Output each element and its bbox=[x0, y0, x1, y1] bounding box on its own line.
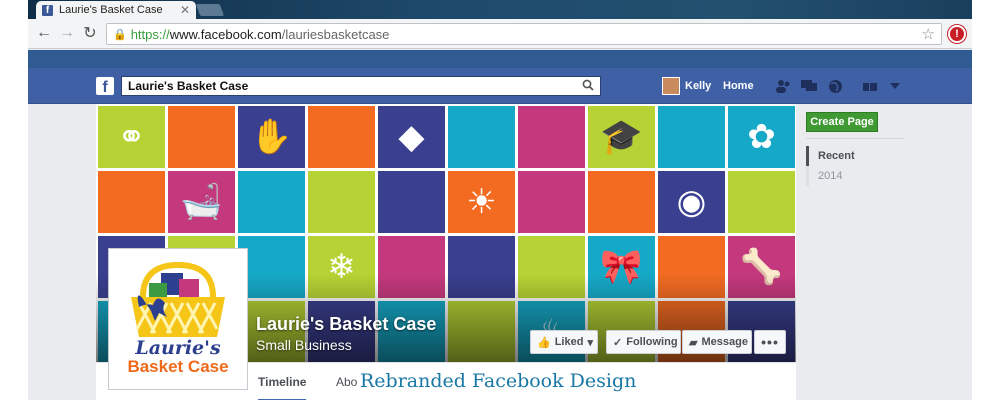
user-name-link[interactable]: Kelly bbox=[685, 80, 711, 92]
reload-icon[interactable]: ↻ bbox=[80, 23, 100, 43]
bookmark-star-icon[interactable]: ☆ bbox=[922, 25, 935, 43]
back-arrow-icon[interactable]: ← bbox=[34, 23, 54, 43]
messages-icon[interactable] bbox=[800, 78, 818, 94]
logo-text-line1: Laurie's bbox=[135, 337, 221, 359]
message-button[interactable]: ▰ Message bbox=[682, 330, 752, 354]
following-button[interactable]: ✓ Following bbox=[606, 330, 681, 354]
notifications-globe-icon[interactable] bbox=[826, 78, 844, 94]
bathtub-icon: 🛁 bbox=[180, 183, 223, 221]
search-input[interactable]: Laurie's Basket Case bbox=[121, 76, 601, 96]
browser-window: f Laurie's Basket Case ✕ ← → ↻ 🔒 https:/… bbox=[28, 0, 972, 400]
url-host: www.facebook.com bbox=[169, 26, 282, 42]
browser-tab[interactable]: f Laurie's Basket Case ✕ bbox=[36, 1, 196, 19]
tab-title: Laurie's Basket Case bbox=[59, 4, 163, 16]
cover-tile bbox=[238, 171, 305, 233]
create-page-button[interactable]: Create Page bbox=[806, 112, 878, 132]
search-value: Laurie's Basket Case bbox=[128, 79, 249, 93]
extension-icon[interactable]: ! bbox=[948, 25, 966, 43]
facebook-favicon-icon: f bbox=[42, 4, 53, 16]
image-caption: Rebranded Facebook Design bbox=[358, 370, 639, 392]
flower-icon: ✿ bbox=[747, 118, 776, 156]
cover-tile bbox=[518, 106, 585, 168]
chevron-down-icon: ▾ bbox=[587, 336, 593, 349]
facebook-logo-icon[interactable]: f bbox=[96, 77, 114, 96]
speech-bubble-icon: ▰ bbox=[689, 336, 698, 349]
address-bar[interactable]: 🔒 https:// www.facebook.com /lauriesbask… bbox=[106, 23, 942, 45]
sun-icon: ☀ bbox=[466, 183, 497, 221]
cover-tile bbox=[168, 106, 235, 168]
page-category[interactable]: Small Business bbox=[256, 337, 352, 353]
page-name[interactable]: Laurie's Basket Case bbox=[256, 314, 436, 335]
user-avatar[interactable] bbox=[662, 77, 680, 95]
new-tab-button[interactable] bbox=[195, 4, 225, 16]
tab-close-icon[interactable]: ✕ bbox=[180, 3, 190, 17]
message-label: Message bbox=[701, 336, 748, 348]
friend-requests-icon[interactable] bbox=[774, 78, 792, 94]
timeline-year-item[interactable]: Recent bbox=[806, 146, 904, 166]
candy-icon: ◆ bbox=[398, 118, 425, 156]
tab-about[interactable]: Abo bbox=[336, 375, 357, 389]
home-link[interactable]: Home bbox=[723, 80, 754, 92]
facebook-top-bar: f Laurie's Basket Case Kelly Home bbox=[28, 68, 972, 104]
browser-toolbar: ← → ↻ 🔒 https:// www.facebook.com /lauri… bbox=[28, 19, 972, 49]
cover-tile bbox=[308, 171, 375, 233]
forward-arrow-icon[interactable]: → bbox=[57, 23, 77, 43]
browser-tabstrip: f Laurie's Basket Case ✕ bbox=[28, 0, 972, 19]
cover-tile bbox=[588, 171, 655, 233]
page-main-column: ⚭✋◆🎓✿🛁☀◉❄🎀🦴♨ Laurie's Basket Case Small … bbox=[96, 104, 796, 400]
tab-timeline[interactable]: Timeline bbox=[258, 375, 307, 400]
checkmark-icon: ✓ bbox=[613, 336, 623, 349]
cover-tile bbox=[98, 171, 165, 233]
cover-tile bbox=[658, 106, 725, 168]
graduation-cap-icon: 🎓 bbox=[600, 118, 643, 156]
page-top-band bbox=[28, 50, 972, 68]
cover-tile bbox=[728, 171, 795, 233]
search-icon[interactable] bbox=[582, 79, 594, 94]
basket-logo-icon bbox=[131, 261, 225, 337]
cover-tile bbox=[308, 106, 375, 168]
cover-tile bbox=[378, 171, 445, 233]
rings-icon: ⚭ bbox=[117, 118, 146, 156]
url-path: /lauriesbasketcase bbox=[281, 26, 390, 42]
lock-icon: 🔒 bbox=[113, 28, 127, 41]
sidebar-divider bbox=[806, 138, 904, 139]
mitten-icon: ✋ bbox=[250, 118, 293, 156]
following-label: Following bbox=[626, 336, 678, 348]
liked-button[interactable]: 👍 Liked ▾ bbox=[530, 330, 598, 354]
pacifier-icon: ◉ bbox=[676, 183, 707, 221]
cover-tile bbox=[448, 106, 515, 168]
profile-picture: Laurie's Basket Case bbox=[113, 253, 243, 385]
liked-label: Liked bbox=[554, 336, 584, 348]
screenshot-stage: f Laurie's Basket Case ✕ ← → ↻ 🔒 https:/… bbox=[0, 0, 1000, 400]
logo-text-line2: Basket Case bbox=[127, 357, 229, 376]
cover-tile bbox=[518, 171, 585, 233]
account-menu-chevron-icon[interactable] bbox=[886, 78, 904, 94]
profile-picture-frame[interactable]: Laurie's Basket Case bbox=[108, 248, 248, 390]
timeline-year-item[interactable]: 2014 bbox=[806, 166, 904, 186]
more-options-button[interactable]: ••• bbox=[754, 330, 786, 354]
timeline-year-list: Recent 2014 bbox=[806, 146, 904, 186]
url-protocol: https:// bbox=[130, 26, 170, 42]
privacy-shortcuts-icon[interactable] bbox=[862, 78, 880, 94]
thumbs-up-icon: 👍 bbox=[537, 336, 551, 349]
